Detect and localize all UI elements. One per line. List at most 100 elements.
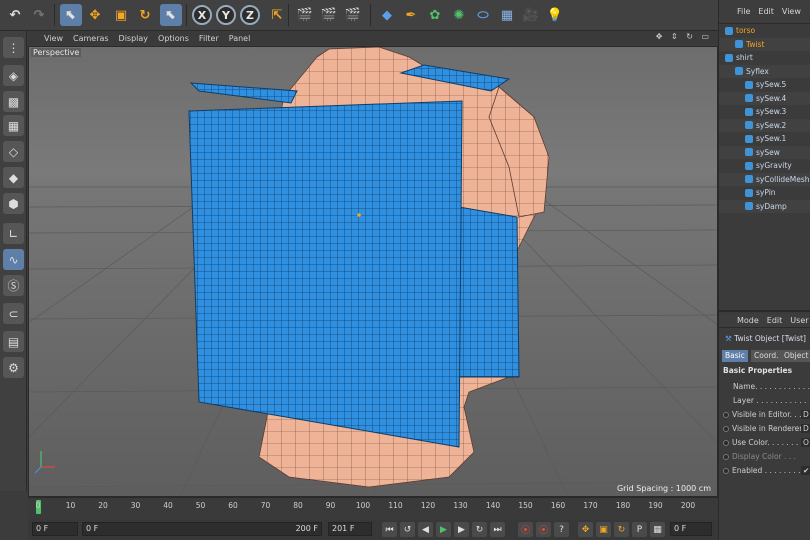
rotation-key-icon[interactable]: ↻ (614, 522, 629, 537)
redo-icon[interactable]: ↷ (28, 4, 50, 26)
next-key-icon[interactable]: ↻ (472, 522, 487, 537)
animation-dot-icon[interactable] (723, 426, 729, 432)
point-level-key-icon[interactable]: ▦ (650, 522, 665, 537)
points-mode-icon[interactable]: ◇ (3, 141, 24, 162)
animation-dot-icon[interactable] (723, 440, 729, 446)
shirt-back-panel[interactable] (458, 206, 520, 378)
lock-workplane-icon[interactable]: ▤ (3, 331, 24, 352)
tweak-mode-icon[interactable]: ∿ (3, 249, 24, 270)
viewport-menu-filter[interactable]: Filter (199, 34, 219, 43)
record-keys-icon[interactable]: ⦿ (518, 522, 533, 537)
z-axis-lock-icon[interactable]: Z (240, 5, 260, 25)
x-axis-lock-icon[interactable]: X (192, 5, 212, 25)
object-list-item[interactable]: Twist (719, 37, 810, 51)
viewport-menu-panel[interactable]: Panel (229, 34, 251, 43)
property-value[interactable]: D (801, 424, 810, 433)
animation-dot-icon[interactable] (723, 468, 729, 474)
om-menu-edit[interactable]: Edit (758, 7, 774, 16)
perspective-viewport[interactable]: Perspective Grid Spacing : 1000 cm (28, 46, 718, 497)
shirt-front-panel[interactable] (188, 100, 463, 448)
parameter-key-icon[interactable]: P (632, 522, 647, 537)
snap-icon[interactable]: Ⓢ (3, 275, 24, 296)
magnet-icon[interactable]: ⊂ (3, 303, 24, 324)
make-editable-icon[interactable]: ◈ (3, 65, 24, 86)
object-list-item[interactable]: Syflex (719, 64, 810, 78)
dots-icon[interactable]: ⋮ (3, 37, 24, 58)
object-list-item[interactable]: sySew.1 (719, 132, 810, 146)
light-icon[interactable]: 💡 (544, 4, 566, 26)
floor-icon[interactable]: ▦ (496, 4, 518, 26)
go-to-start-icon[interactable]: ⏮ (382, 522, 397, 537)
am-menu-edit[interactable]: Edit (767, 316, 783, 325)
property-row[interactable]: Name. . . . . . . . . . . .T (733, 382, 810, 391)
live-selection-icon[interactable]: ⬉ (60, 4, 82, 26)
property-value[interactable]: O (801, 438, 810, 447)
rotate-icon[interactable]: ↻ (134, 4, 156, 26)
keyframe-selection-icon[interactable]: ? (554, 522, 569, 537)
move-icon[interactable]: ✥ (84, 4, 106, 26)
animation-dot-icon[interactable] (723, 412, 729, 418)
previous-frame-icon[interactable]: ◀ (418, 522, 433, 537)
object-list-item[interactable]: shirt (719, 51, 810, 65)
viewport-menu-display[interactable]: Display (119, 34, 149, 43)
am-menu-mode[interactable]: Mode (737, 316, 759, 325)
subdivision-icon[interactable]: ✿ (424, 4, 446, 26)
polygons-mode-icon[interactable]: ⬢ (3, 193, 24, 214)
tab-basic[interactable]: Basic (722, 350, 748, 362)
undo-icon[interactable]: ↶ (4, 4, 26, 26)
object-list-item[interactable]: sySew.3 (719, 105, 810, 119)
object-list-item[interactable]: torso (719, 24, 810, 38)
am-menu-user-data[interactable]: User D (790, 316, 810, 325)
property-row[interactable]: Enabled . . . . . . . . . ✔ (723, 466, 810, 475)
object-list-item[interactable]: sySew.4 (719, 91, 810, 105)
scale-key-icon[interactable]: ▣ (596, 522, 611, 537)
max-frame-field[interactable]: 201 F (328, 522, 372, 536)
object-list-item[interactable]: sySew (719, 145, 810, 159)
property-row[interactable]: Display Color . . . (723, 452, 796, 461)
play-icon[interactable]: ▶ (436, 522, 451, 537)
deformer-icon[interactable]: ⬭ (472, 4, 494, 26)
edges-mode-icon[interactable]: ◆ (3, 167, 24, 188)
recent-tool-icon[interactable]: ⬉ (160, 4, 182, 26)
render-view-icon[interactable]: 🎬 (294, 4, 316, 26)
go-to-end-icon[interactable]: ⏭ (490, 522, 505, 537)
position-key-icon[interactable]: ✥ (578, 522, 593, 537)
animation-dot-icon[interactable] (723, 454, 729, 460)
coordinate-system-icon[interactable]: ⇱ (266, 4, 288, 26)
property-row[interactable]: Visible in Renderer D (723, 424, 810, 433)
solo-icon[interactable]: ⚙ (3, 357, 24, 378)
property-row[interactable]: Use Color. . . . . . . .O (723, 438, 810, 447)
camera-icon[interactable]: 🎥 (520, 4, 542, 26)
workplane-icon[interactable]: ▦ (3, 115, 24, 136)
viewport-menu-cameras[interactable]: Cameras (73, 34, 109, 43)
object-list-item[interactable]: sySew.5 (719, 78, 810, 92)
om-menu-file[interactable]: File (737, 7, 750, 16)
scene-canvas[interactable] (29, 47, 718, 497)
timeline-ruler[interactable]: 0 10 20 30 40 50 60 70 80 90 100 110 120 130 140 150 160… (28, 497, 718, 519)
cube-object-icon[interactable]: ◆ (376, 4, 398, 26)
autokey-icon[interactable]: ⦿ (536, 522, 551, 537)
property-row[interactable]: Visible in Editor. . .D (723, 410, 810, 419)
current-frame-field[interactable]: 0 F (32, 522, 78, 536)
object-list-item[interactable]: syPin (719, 186, 810, 200)
next-frame-icon[interactable]: ▶ (454, 522, 469, 537)
property-row[interactable]: Layer . . . . . . . . . . . (733, 396, 806, 405)
render-settings-icon[interactable]: 🎬 (342, 4, 364, 26)
scale-icon[interactable]: ▣ (110, 4, 132, 26)
axis-mode-icon[interactable]: ∟ (3, 223, 24, 244)
viewport-nav-icons[interactable]: ✥ ⇕ ↻ ▭ (656, 32, 712, 41)
property-value[interactable]: D (801, 410, 810, 419)
object-list-item[interactable]: syCollideMesh (719, 172, 810, 186)
viewport-camera-label[interactable]: Perspective (31, 48, 82, 57)
object-list-item[interactable]: syGravity (719, 159, 810, 173)
previous-key-icon[interactable]: ↺ (400, 522, 415, 537)
end-frame-field[interactable]: 0 F (670, 522, 712, 536)
preview-range-slider[interactable]: 0 F 200 F (82, 522, 322, 536)
tab-object[interactable]: Object (781, 350, 810, 362)
object-list-item[interactable]: syDamp (719, 199, 810, 213)
viewport-menu-view[interactable]: View (44, 34, 63, 43)
array-icon[interactable]: ✺ (448, 4, 470, 26)
render-picture-viewer-icon[interactable]: 🎬 (318, 4, 340, 26)
viewport-menu-options[interactable]: Options (158, 34, 189, 43)
y-axis-lock-icon[interactable]: Y (216, 5, 236, 25)
